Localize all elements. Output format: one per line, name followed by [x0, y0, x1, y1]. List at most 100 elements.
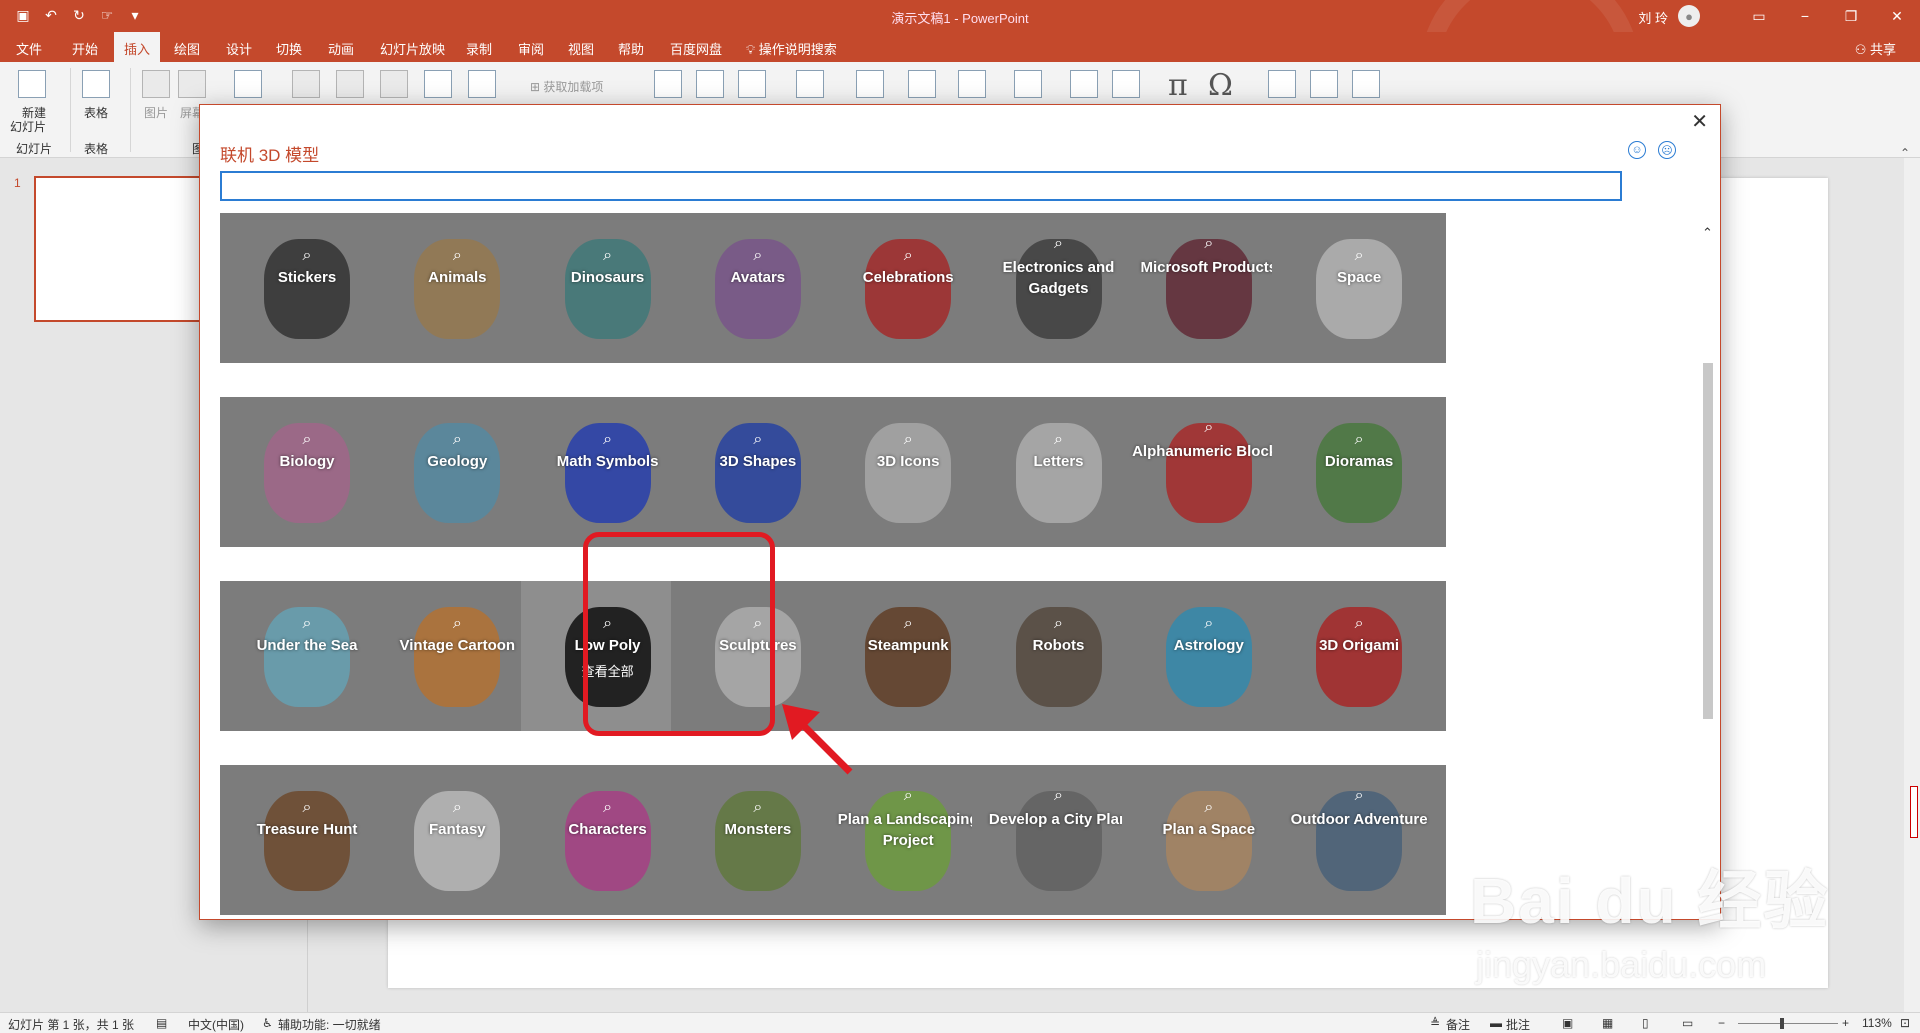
tab-home[interactable]: 开始: [72, 39, 98, 58]
zoom-slider[interactable]: [1738, 1023, 1838, 1024]
spell-check-icon[interactable]: ▤: [156, 1016, 167, 1030]
category-tile-outdoor-adventure[interactable]: ⌕ Outdoor Adventure: [1272, 765, 1447, 915]
category-tile-microsoft-products[interactable]: ⌕ Microsoft Products: [1121, 213, 1296, 363]
tab-review[interactable]: 审阅: [518, 39, 544, 58]
accessibility-status[interactable]: 辅助功能: 一切就绪: [278, 1016, 381, 1033]
category-tile-under-the-sea[interactable]: ⌕ Under the Sea: [220, 581, 394, 731]
photo-album-icon[interactable]: [234, 70, 262, 98]
category-tile-vintage-cartoon[interactable]: ⌕ Vintage Cartoon: [370, 581, 545, 731]
category-tile-robots[interactable]: ⌕ Robots: [971, 581, 1146, 731]
tab-animations[interactable]: 动画: [328, 39, 354, 58]
slideshow-icon[interactable]: ▭: [1682, 1016, 1693, 1030]
tab-record[interactable]: 录制: [466, 39, 492, 58]
scroll-up-icon[interactable]: ⌃: [1702, 225, 1713, 241]
comment-icon[interactable]: [796, 70, 824, 98]
header-footer-icon[interactable]: [908, 70, 936, 98]
tell-me-label: 操作说明搜索: [758, 42, 837, 57]
category-tile-monsters[interactable]: ⌕ Monsters: [670, 765, 845, 915]
category-tile-alphanumeric-blocks[interactable]: ⌕ Alphanumeric Blocks: [1121, 397, 1296, 547]
equation-icon[interactable]: π: [1168, 68, 1188, 103]
normal-view-icon[interactable]: ▣: [1562, 1016, 1573, 1030]
zoom-in-button[interactable]: +: [1842, 1016, 1849, 1030]
category-tile-3d-icons[interactable]: ⌕ 3D Icons: [821, 397, 996, 547]
language-indicator[interactable]: 中文(中国): [188, 1016, 244, 1033]
screen-recording-icon[interactable]: [1352, 70, 1380, 98]
close-icon[interactable]: ✕: [1691, 109, 1708, 134]
zoom-level[interactable]: 113%: [1862, 1016, 1892, 1030]
category-tile-treasure-hunt[interactable]: ⌕ Treasure Hunt: [220, 765, 394, 915]
zoom-icon[interactable]: [654, 70, 682, 98]
pictures-icon[interactable]: [142, 70, 170, 98]
category-tile-fantasy[interactable]: ⌕ Fantasy: [370, 765, 545, 915]
audio-icon[interactable]: [1310, 70, 1338, 98]
zoom-slider-handle[interactable]: [1780, 1018, 1784, 1029]
category-tile-geology[interactable]: ⌕ Geology: [370, 397, 545, 547]
category-tile-develop-a-city-plan[interactable]: ⌕ Develop a City Plan: [971, 765, 1146, 915]
video-icon[interactable]: [1268, 70, 1296, 98]
window-close-icon[interactable]: ✕: [1874, 0, 1920, 32]
category-tile-avatars[interactable]: ⌕ Avatars: [670, 213, 845, 363]
screenshot-icon[interactable]: [178, 70, 206, 98]
category-tile-biology[interactable]: ⌕ Biology: [220, 397, 394, 547]
category-tile-plan-a-space[interactable]: ⌕ Plan a Space: [1121, 765, 1296, 915]
slide-sorter-icon[interactable]: ▦: [1602, 1016, 1613, 1030]
tab-help[interactable]: 帮助: [618, 39, 644, 58]
wordart-icon[interactable]: [958, 70, 986, 98]
scrollbar-thumb[interactable]: [1703, 363, 1713, 719]
shapes-icon[interactable]: [292, 70, 320, 98]
category-tile-characters[interactable]: ⌕ Characters: [520, 765, 695, 915]
tab-file[interactable]: 文件: [16, 39, 42, 58]
category-tile-celebrations[interactable]: ⌕ Celebrations: [821, 213, 996, 363]
tab-insert[interactable]: 插入: [114, 32, 161, 62]
category-tile-dioramas[interactable]: ⌕ Dioramas: [1272, 397, 1447, 547]
tab-view[interactable]: 视图: [568, 39, 594, 58]
symbol-icon[interactable]: Ω: [1208, 68, 1233, 103]
zoom-out-button[interactable]: −: [1718, 1016, 1725, 1030]
category-tile-dinosaurs[interactable]: ⌕ Dinosaurs: [520, 213, 695, 363]
category-tile-3d-origami[interactable]: ⌕ 3D Origami: [1272, 581, 1447, 731]
slide-number-icon[interactable]: [1070, 70, 1098, 98]
tab-baidu-netdisk[interactable]: 百度网盘: [670, 39, 722, 58]
action-icon[interactable]: [738, 70, 766, 98]
minimize-icon[interactable]: −: [1782, 0, 1828, 32]
avatar[interactable]: ●: [1678, 5, 1700, 27]
category-tile-letters[interactable]: ⌕ Letters: [971, 397, 1146, 547]
category-tile-3d-shapes[interactable]: ⌕ 3D Shapes: [670, 397, 845, 547]
get-addins-button[interactable]: ⊞ 获取加载项: [530, 78, 603, 95]
tab-design[interactable]: 设计: [226, 39, 252, 58]
tell-me-search[interactable]: 💡︎ 操作说明搜索: [746, 39, 837, 58]
search-input[interactable]: [220, 171, 1622, 201]
category-tile-stickers[interactable]: ⌕ Stickers: [220, 213, 394, 363]
comments-button[interactable]: 批注: [1506, 1016, 1530, 1033]
user-account[interactable]: 刘 玲 ●: [1638, 5, 1700, 27]
editor-scrollbar[interactable]: [1904, 158, 1920, 1012]
smile-feedback-icon[interactable]: ☺: [1628, 141, 1646, 159]
table-icon[interactable]: [82, 70, 110, 98]
notes-button[interactable]: 备注: [1446, 1016, 1470, 1033]
dialog-scrollbar[interactable]: ⌃: [1700, 223, 1716, 917]
icons-icon[interactable]: [336, 70, 364, 98]
3d-models-icon[interactable]: [380, 70, 408, 98]
frown-feedback-icon[interactable]: ☹: [1658, 141, 1676, 159]
textbox-icon[interactable]: [856, 70, 884, 98]
fit-slide-icon[interactable]: ⊡: [1900, 1016, 1910, 1030]
date-time-icon[interactable]: [1014, 70, 1042, 98]
new-slide-icon[interactable]: [18, 70, 46, 98]
category-tile-animals[interactable]: ⌕ Animals: [370, 213, 545, 363]
category-tile-math-symbols[interactable]: ⌕ Math Symbols: [520, 397, 695, 547]
restore-icon[interactable]: ❐: [1828, 0, 1874, 32]
smartart-icon[interactable]: [424, 70, 452, 98]
category-tile-space[interactable]: ⌕ Space: [1272, 213, 1447, 363]
share-button[interactable]: ⚇ 共享: [1855, 39, 1896, 58]
tab-slideshow[interactable]: 幻灯片放映: [380, 39, 445, 58]
object-icon[interactable]: [1112, 70, 1140, 98]
category-tile-astrology[interactable]: ⌕ Astrology: [1121, 581, 1296, 731]
tab-draw[interactable]: 绘图: [174, 39, 200, 58]
link-icon[interactable]: [696, 70, 724, 98]
tab-transitions[interactable]: 切换: [276, 39, 302, 58]
category-tile-electronics-and-gadgets[interactable]: ⌕ Electronics and Gadgets: [971, 213, 1146, 363]
ribbon-display-options-icon[interactable]: ▭: [1736, 0, 1782, 32]
reading-view-icon[interactable]: ▯: [1642, 1016, 1649, 1030]
chart-icon[interactable]: [468, 70, 496, 98]
category-tile-plan-a-landscaping-project[interactable]: ⌕ Plan a Landscaping Project: [821, 765, 996, 915]
